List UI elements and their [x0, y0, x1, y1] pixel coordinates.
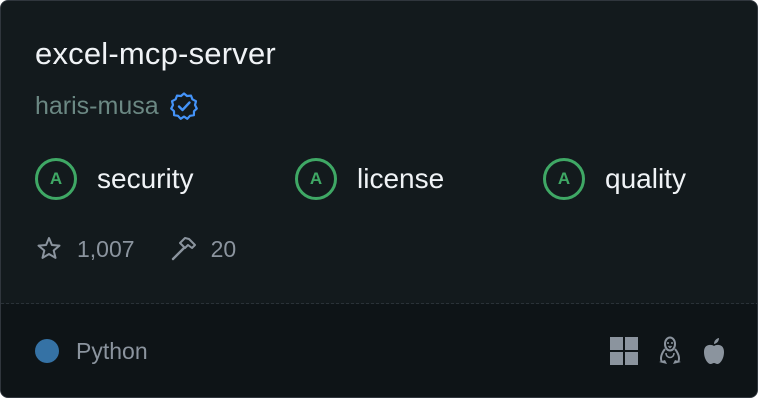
quality-grade-badge: A: [543, 158, 585, 200]
license-grade: A license: [295, 155, 444, 203]
apple-icon: [699, 335, 729, 367]
author-row: haris-musa: [35, 89, 199, 123]
quality-grade-label: quality: [605, 163, 686, 194]
star-count: 1,007: [77, 235, 135, 262]
language-label: Python: [76, 338, 148, 364]
repo-title[interactable]: excel-mcp-server: [35, 34, 276, 74]
security-grade-badge: A: [35, 158, 77, 200]
security-grade: A security: [35, 155, 193, 203]
security-grade-label: security: [97, 163, 194, 194]
stats-row: 1,007 20: [35, 233, 236, 265]
server-card[interactable]: excel-mcp-server haris-musa A security A…: [0, 0, 758, 398]
language-color-dot: [35, 339, 59, 363]
verified-badge-icon: [169, 91, 199, 121]
quality-grade: A quality: [543, 155, 686, 203]
hammer-icon: [169, 234, 199, 264]
author-name[interactable]: haris-musa: [35, 89, 159, 123]
license-grade-badge: A: [295, 158, 337, 200]
star-icon: [35, 235, 63, 263]
linux-icon: [655, 335, 685, 367]
tools-count: 20: [210, 235, 237, 262]
license-grade-label: license: [357, 163, 445, 194]
windows-icon: [609, 335, 639, 367]
